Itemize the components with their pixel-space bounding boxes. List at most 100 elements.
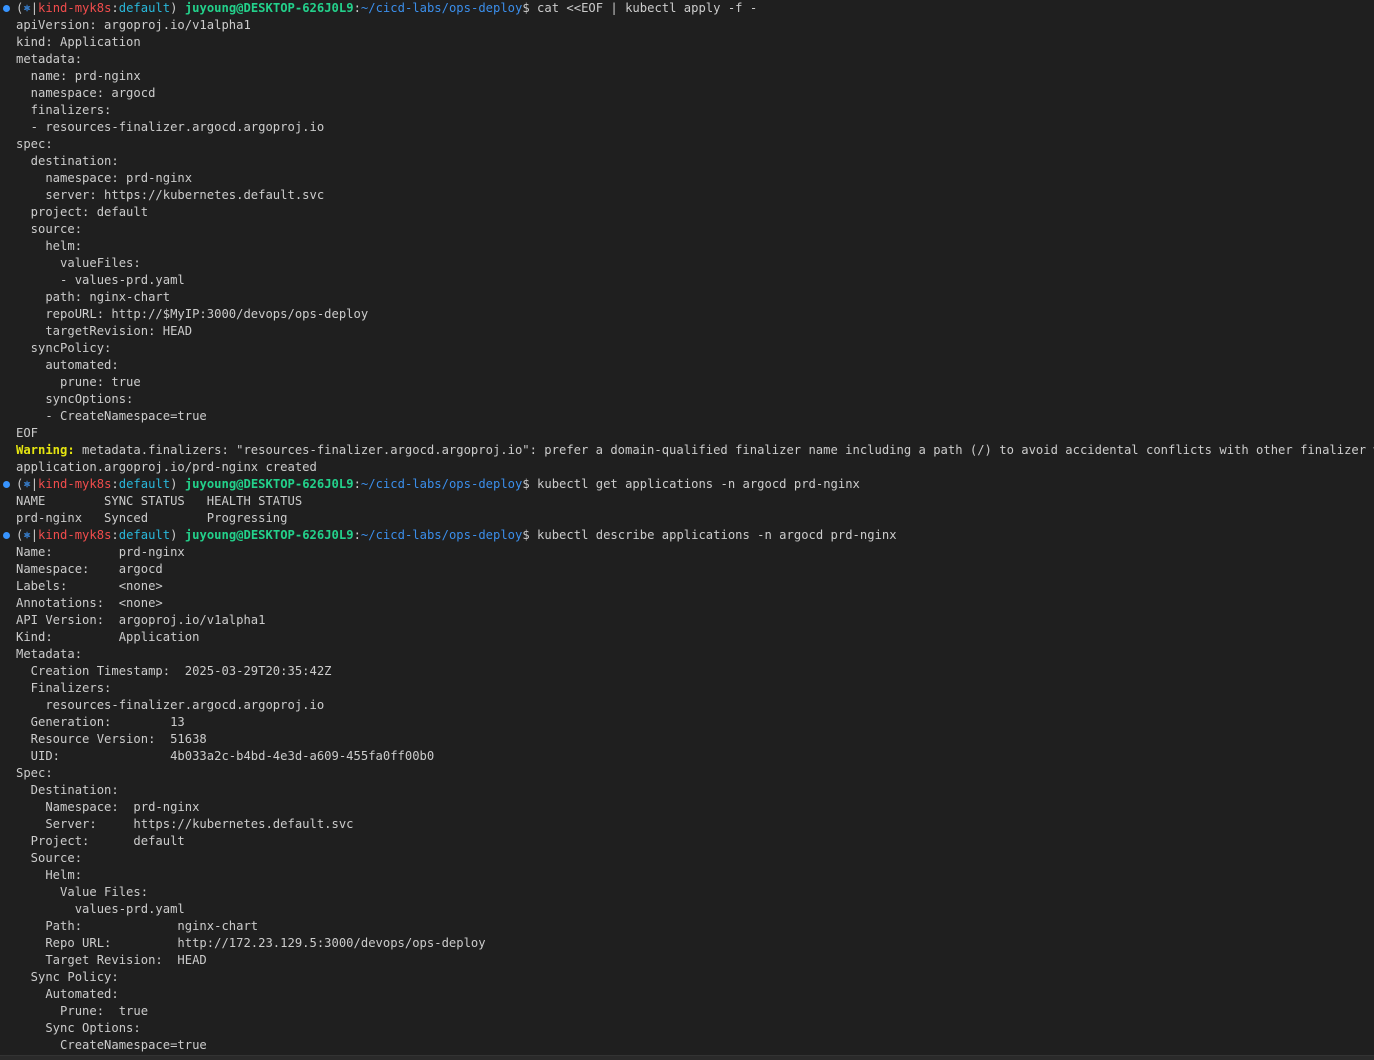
output-line: Repo URL: http://172.23.129.5:3000/devop… [0, 935, 1374, 952]
prompt-colon: : [353, 1, 361, 15]
output-line: Labels: <none> [0, 578, 1374, 595]
output-text: prune: true [16, 375, 141, 389]
output-line: prune: true [0, 374, 1374, 391]
output-line: Value Files: [0, 884, 1374, 901]
output-text: Creation Timestamp: 2025-03-29T20:35:42Z [16, 664, 332, 678]
command-status-dot-icon[interactable] [3, 481, 10, 488]
output-text: Repo URL: http://172.23.129.5:3000/devop… [16, 936, 486, 950]
output-line: API Version: argoproj.io/v1alpha1 [0, 612, 1374, 629]
output-line: resources-finalizer.argocd.argoproj.io [0, 697, 1374, 714]
prompt-cwd: ~/cicd-labs/ops-deploy [360, 1, 523, 15]
prompt-paren-close: ) [170, 528, 178, 542]
output-text: Destination: [16, 783, 119, 797]
output-line: Helm: [0, 867, 1374, 884]
command-text: kubectl describe applications -n argocd … [537, 528, 897, 542]
prompt-cluster-name: kind-myk8s [38, 477, 112, 491]
output-line: syncPolicy: [0, 340, 1374, 357]
output-line: automated: [0, 357, 1374, 374]
output-line: NAME SYNC STATUS HEALTH STATUS [0, 493, 1374, 510]
output-line: apiVersion: argoproj.io/v1alpha1 [0, 17, 1374, 34]
output-text: valueFiles: [16, 256, 141, 270]
output-line: UID: 4b033a2c-b4bd-4e3d-a609-455fa0ff00b… [0, 748, 1374, 765]
prompt-cluster-name: kind-myk8s [38, 1, 112, 15]
prompt-line: (⎈|kind-myk8s:default) juyoung@DESKTOP-6… [0, 527, 1374, 544]
output-text: Server: https://kubernetes.default.svc [16, 817, 354, 831]
terminal-bottom-border [0, 1055, 1374, 1060]
output-text: Path: nginx-chart [16, 919, 259, 933]
output-line: Path: nginx-chart [0, 918, 1374, 935]
prompt-colon: : [353, 528, 361, 542]
output-text: Annotations: <none> [16, 596, 163, 610]
output-line: Project: default [0, 833, 1374, 850]
output-line: Spec: [0, 765, 1374, 782]
prompt-separator: | [30, 477, 39, 491]
output-text: automated: [16, 358, 119, 372]
output-line: EOF [0, 425, 1374, 442]
terminal-window[interactable]: (⎈|kind-myk8s:default) juyoung@DESKTOP-6… [0, 0, 1374, 1060]
warning-label: Warning: [16, 443, 75, 457]
output-text: Automated: [16, 987, 119, 1001]
output-text: helm: [16, 239, 83, 253]
output-text: path: nginx-chart [16, 290, 171, 304]
output-line: Namespace: argocd [0, 561, 1374, 578]
output-text: Spec: [16, 766, 53, 780]
output-text: CreateNamespace=true [16, 1038, 207, 1052]
output-text: application.argoproj.io/prd-nginx create… [16, 460, 317, 474]
output-text: namespace: argocd [16, 86, 156, 100]
output-text: Prune: true [16, 1004, 149, 1018]
output-text: Project: default [16, 834, 185, 848]
output-text: metadata: [16, 52, 83, 66]
output-text: values-prd.yaml [16, 902, 185, 916]
prompt-symbol: $ [522, 528, 530, 542]
output-line: - CreateNamespace=true [0, 408, 1374, 425]
output-line: values-prd.yaml [0, 901, 1374, 918]
output-line: Target Revision: HEAD [0, 952, 1374, 969]
output-text: finalizers: [16, 103, 112, 117]
output-line: spec: [0, 136, 1374, 153]
output-text: metadata.finalizers: "resources-finalize… [74, 443, 1374, 457]
prompt-symbol: $ [522, 477, 530, 491]
prompt-colon: : [111, 1, 119, 15]
prompt-separator: | [30, 1, 39, 15]
output-line: targetRevision: HEAD [0, 323, 1374, 340]
output-line: Server: https://kubernetes.default.svc [0, 816, 1374, 833]
prompt-paren-close: ) [170, 1, 178, 15]
prompt-separator: | [30, 528, 39, 542]
output-text: Value Files: [16, 885, 149, 899]
output-text: Target Revision: HEAD [16, 953, 207, 967]
output-line: name: prd-nginx [0, 68, 1374, 85]
output-line: namespace: prd-nginx [0, 170, 1374, 187]
output-line: Creation Timestamp: 2025-03-29T20:35:42Z [0, 663, 1374, 680]
command-status-dot-icon[interactable] [3, 532, 10, 539]
output-line: helm: [0, 238, 1374, 255]
output-text: targetRevision: HEAD [16, 324, 193, 338]
output-text: resources-finalizer.argocd.argoproj.io [16, 698, 325, 712]
output-line: Warning: metadata.finalizers: "resources… [0, 442, 1374, 459]
output-text: API Version: argoproj.io/v1alpha1 [16, 613, 266, 627]
output-text: - resources-finalizer.argocd.argoproj.io [16, 120, 325, 134]
output-line: Sync Policy: [0, 969, 1374, 986]
output-line: prd-nginx Synced Progressing [0, 510, 1374, 527]
prompt-namespace: default [118, 1, 171, 15]
output-text: name: prd-nginx [16, 69, 141, 83]
prompt-colon: : [111, 528, 119, 542]
command-status-dot-icon[interactable] [3, 5, 10, 12]
output-text: NAME SYNC STATUS HEALTH STATUS [16, 494, 303, 508]
output-text: kind: Application [16, 35, 141, 49]
output-line: project: default [0, 204, 1374, 221]
prompt-user-host: juyoung@DESKTOP-626J0L9 [184, 477, 354, 491]
output-text: server: https://kubernetes.default.svc [16, 188, 325, 202]
output-text: prd-nginx Synced Progressing [16, 511, 288, 525]
output-line: Automated: [0, 986, 1374, 1003]
output-line: Annotations: <none> [0, 595, 1374, 612]
output-text: repoURL: http://$MyIP:3000/devops/ops-de… [16, 307, 369, 321]
output-text: EOF [16, 426, 39, 440]
output-text: - CreateNamespace=true [16, 409, 207, 423]
output-line: Name: prd-nginx [0, 544, 1374, 561]
output-line: Sync Options: [0, 1020, 1374, 1037]
prompt-colon: : [111, 477, 119, 491]
prompt-user-host: juyoung@DESKTOP-626J0L9 [184, 1, 354, 15]
output-text: Namespace: prd-nginx [16, 800, 200, 814]
output-text: - values-prd.yaml [16, 273, 185, 287]
output-line: finalizers: [0, 102, 1374, 119]
